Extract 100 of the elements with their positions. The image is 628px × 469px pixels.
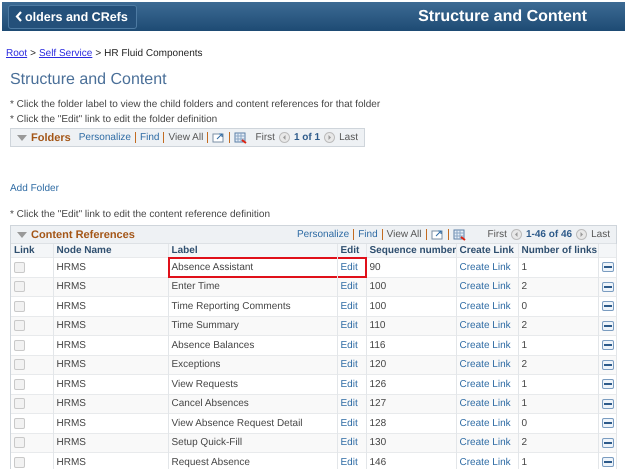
minus-icon [604, 402, 612, 405]
row-checkbox[interactable] [14, 340, 25, 351]
breadcrumb-current: HR Fluid Components [104, 48, 203, 59]
breadcrumb-separator: > [30, 48, 36, 59]
table-cell: HRMS [53, 433, 168, 452]
table-cell: 2 [518, 277, 598, 296]
row-checkbox[interactable] [14, 281, 25, 292]
delete-row-button[interactable] [602, 457, 614, 468]
next-icon[interactable] [576, 229, 588, 240]
table-cell: 110 [366, 316, 456, 336]
minus-icon [604, 266, 612, 268]
breadcrumb-link[interactable]: Root [6, 48, 28, 59]
table-cell: HRMS [53, 452, 168, 469]
delete-row-button[interactable] [602, 418, 614, 428]
table-cell: HRMS [53, 258, 168, 277]
minus-icon [604, 461, 612, 464]
table-cell: 0 [518, 414, 598, 433]
table-cell: 90 [366, 258, 456, 277]
window-title: Structure and Content [418, 8, 587, 26]
table-cell: Exceptions [168, 355, 337, 374]
breadcrumb-link[interactable]: Self Service [38, 48, 92, 59]
table-cell: Cancel Absences [168, 394, 337, 414]
table-cell: 100 [366, 296, 456, 316]
zoom-icon[interactable] [212, 132, 226, 143]
edit-link[interactable]: Edit [340, 418, 358, 429]
table-cell: 120 [366, 355, 456, 374]
row-checkbox[interactable] [14, 262, 25, 273]
create-link[interactable]: Create Link [460, 418, 511, 429]
table-cell: Absence Balances [168, 336, 337, 355]
table-cell: HRMS [53, 316, 168, 336]
create-link[interactable]: Create Link [460, 262, 511, 273]
delete-row-button[interactable] [602, 301, 614, 312]
back-chevron-icon [15, 11, 23, 22]
table-cell: 2 [518, 433, 598, 452]
delete-row-button[interactable] [602, 438, 614, 448]
row-checkbox[interactable] [14, 398, 25, 410]
table-cell: 100 [366, 277, 456, 296]
find-link[interactable]: Find [358, 229, 378, 240]
table-cell: HRMS [53, 355, 168, 374]
delete-row-button[interactable] [602, 398, 614, 409]
row-checkbox[interactable] [14, 300, 25, 312]
instruction-text: * Click the folder label to view the child folders and content references for that folder [10, 99, 382, 110]
row-checkbox[interactable] [14, 418, 25, 429]
back-button[interactable]: olders and CRefs [8, 4, 137, 28]
table-cell: 0 [518, 296, 598, 316]
create-link[interactable]: Create Link [460, 378, 511, 390]
row-checkbox[interactable] [14, 378, 25, 390]
collapse-icon[interactable] [17, 232, 27, 238]
row-checkbox[interactable] [14, 456, 25, 468]
create-link[interactable]: Create Link [460, 456, 511, 468]
minus-icon [604, 422, 612, 424]
find-link[interactable]: Find [140, 132, 160, 143]
minus-icon [604, 344, 612, 346]
edit-link[interactable]: Edit [340, 340, 358, 351]
collapse-icon[interactable] [17, 134, 27, 140]
page-range: 1 of 1 [294, 132, 320, 143]
table-cell: Time Reporting Comments [168, 296, 337, 316]
previous-icon[interactable] [278, 132, 290, 143]
column-header: Link [11, 244, 53, 258]
personalize-link[interactable]: Personalize [78, 132, 131, 143]
delete-row-button[interactable] [602, 379, 614, 390]
table-cell: Setup Quick-Fill [168, 433, 337, 452]
row-checkbox[interactable] [14, 437, 25, 448]
first-label: First [488, 229, 507, 240]
row-checkbox[interactable] [14, 320, 25, 332]
delete-row-button[interactable] [602, 262, 614, 272]
delete-row-button[interactable] [602, 360, 614, 370]
download-grid-icon[interactable] [452, 228, 466, 240]
zoom-icon[interactable] [430, 229, 444, 240]
row-checkbox[interactable] [14, 359, 25, 370]
edit-link[interactable]: Edit [340, 300, 358, 312]
column-header: Number of links [518, 244, 598, 258]
minus-icon [604, 324, 612, 327]
next-icon[interactable] [324, 132, 336, 143]
delete-row-button[interactable] [602, 320, 614, 331]
view-all-label: View All [168, 132, 204, 143]
table-cell: 1 [518, 258, 598, 277]
table-cell: HRMS [53, 394, 168, 414]
edit-link[interactable]: Edit [340, 456, 358, 468]
add-folder-link[interactable]: Add Folder [10, 183, 628, 194]
delete-row-button[interactable] [602, 340, 614, 350]
breadcrumb-separator: > [95, 48, 102, 59]
column-header: Sequence number [366, 244, 456, 258]
instruction-text: * Click the "Edit" link to edit the folder definition [10, 114, 218, 125]
grid-title: Content References [31, 228, 135, 240]
table-cell: 116 [366, 336, 456, 355]
create-link[interactable]: Create Link [460, 300, 511, 312]
table-cell: 1 [518, 452, 598, 469]
table-cell: 2 [518, 355, 598, 374]
edit-link[interactable]: Edit [340, 378, 358, 390]
table-cell: 127 [366, 394, 456, 414]
delete-row-button[interactable] [602, 282, 614, 292]
table-cell: 126 [366, 374, 456, 394]
previous-icon[interactable] [510, 229, 522, 240]
minus-icon [604, 383, 612, 386]
create-link[interactable]: Create Link [460, 340, 511, 351]
personalize-link[interactable]: Personalize [296, 229, 350, 240]
minus-icon [604, 364, 612, 366]
download-grid-icon[interactable] [234, 132, 248, 144]
view-all-label: View All [386, 229, 422, 240]
